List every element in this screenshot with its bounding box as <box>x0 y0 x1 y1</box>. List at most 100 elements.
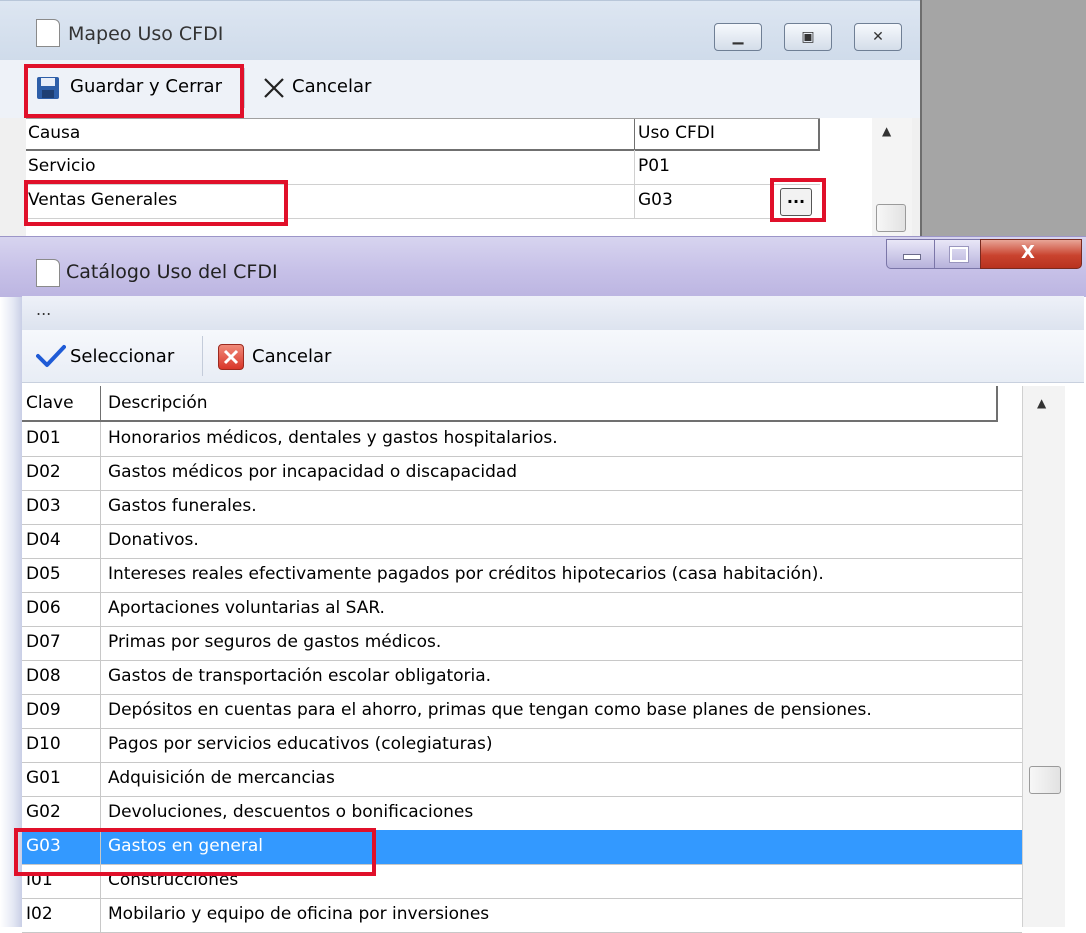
close-icon: X <box>1021 242 1035 263</box>
red-x-icon <box>218 344 244 370</box>
clave-cell: D01 <box>26 428 61 448</box>
mapeo-scrollbar[interactable]: ▲ <box>872 118 912 240</box>
catalog-scrollbar[interactable]: ▲ <box>1022 386 1065 927</box>
scroll-up-arrow-icon[interactable]: ▲ <box>882 124 891 138</box>
select-button[interactable]: Seleccionar <box>70 346 174 367</box>
clave-cell: D08 <box>26 666 61 686</box>
toolbar-divider <box>244 68 245 108</box>
clave-cell: I02 <box>26 904 53 924</box>
descripcion-cell: Adquisición de mercancias <box>108 768 335 788</box>
checkmark-icon <box>36 344 66 368</box>
column-divider <box>818 119 820 149</box>
table-row[interactable]: D04 Donativos. <box>22 524 1022 559</box>
cell-divider <box>100 728 101 762</box>
cell-divider <box>100 762 101 796</box>
cell-divider <box>634 150 635 184</box>
cell-divider <box>100 626 101 660</box>
scroll-thumb[interactable] <box>876 204 906 232</box>
clave-cell: D05 <box>26 564 61 584</box>
clave-cell: G02 <box>26 802 61 822</box>
toolbar-divider <box>202 336 203 376</box>
descripcion-cell: Gastos de transportación escolar obligat… <box>108 666 492 686</box>
column-header-descripcion[interactable]: Descripción <box>108 393 208 413</box>
minimize-button[interactable]: ▁ <box>714 23 762 51</box>
minimize-icon: ▁ <box>732 29 744 45</box>
clave-cell: D07 <box>26 632 61 652</box>
highlight-box <box>770 178 826 222</box>
scroll-up-arrow-icon[interactable]: ▲ <box>1037 396 1046 410</box>
maximize-icon <box>949 246 969 263</box>
catalog-title: Catálogo Uso del CFDI <box>66 261 278 283</box>
causa-cell: Servicio <box>28 156 96 176</box>
table-row[interactable]: D03 Gastos funerales. <box>22 490 1022 525</box>
close-icon: ✕ <box>872 29 884 45</box>
descripcion-cell: Devoluciones, descuentos o bonificacione… <box>108 802 474 822</box>
highlight-box <box>14 828 376 876</box>
descripcion-cell: Honorarios médicos, dentales y gastos ho… <box>108 428 558 448</box>
descripcion-cell: Pagos por servicios educativos (colegiat… <box>108 734 493 754</box>
table-row[interactable]: I02 Mobilario y equipo de oficina por inv… <box>22 898 1022 933</box>
descripcion-cell: Depósitos en cuentas para el ahorro, pri… <box>108 700 872 720</box>
descripcion-cell: Gastos médicos por incapacidad o discapa… <box>108 462 518 482</box>
table-row[interactable]: G02 Devoluciones, descuentos o bonificaci… <box>22 796 1022 831</box>
cell-divider <box>100 422 101 456</box>
table-row[interactable]: G01 Adquisición de mercancias <box>22 762 1022 797</box>
clave-cell: D09 <box>26 700 61 720</box>
cell-divider <box>100 694 101 728</box>
cell-divider <box>100 490 101 524</box>
column-divider <box>634 119 635 149</box>
catalog-maximize-button[interactable] <box>934 239 982 269</box>
cancel-button[interactable]: Cancelar <box>292 76 371 97</box>
catalog-title-bar[interactable]: Catálogo Uso del CFDI X <box>0 236 1086 297</box>
catalog-minimize-button[interactable] <box>886 239 936 269</box>
document-icon <box>36 19 60 47</box>
close-button[interactable]: ✕ <box>854 23 902 51</box>
clave-cell: D10 <box>26 734 61 754</box>
background-area <box>920 0 1086 236</box>
table-row[interactable]: D02 Gastos médicos por incapacidad o disc… <box>22 456 1022 491</box>
cell-divider <box>100 660 101 694</box>
table-row[interactable]: D10 Pagos por servicios educativos (coleg… <box>22 728 1022 763</box>
mapeo-window: Mapeo Uso CFDI ▁ ▣ ✕ Guardar y Cerrar Ca… <box>0 0 920 240</box>
uso-cell: P01 <box>638 156 670 176</box>
column-header-uso-cfdi[interactable]: Uso CFDI <box>638 123 715 143</box>
descripcion-cell: Aportaciones voluntarias al SAR. <box>108 598 385 618</box>
cancel-button[interactable]: Cancelar <box>252 346 331 367</box>
mapeo-title: Mapeo Uso CFDI <box>68 23 224 45</box>
clave-cell: D04 <box>26 530 61 550</box>
table-row[interactable]: D07 Primas por seguros de gastos médicos. <box>22 626 1022 661</box>
catalog-menu-strip: ... <box>22 296 1084 331</box>
scroll-thumb[interactable] <box>1029 766 1061 794</box>
maximize-button[interactable]: ▣ <box>784 23 832 51</box>
cell-divider <box>100 558 101 592</box>
descripcion-cell: Mobilario y equipo de oficina por invers… <box>108 904 490 924</box>
cell-divider <box>100 592 101 626</box>
menu-overflow-button[interactable]: ... <box>36 300 51 319</box>
table-row[interactable]: D09 Depósitos en cuentas para el ahorro, … <box>22 694 1022 729</box>
descripcion-cell: Gastos funerales. <box>108 496 257 516</box>
catalog-toolbar: Seleccionar Cancelar <box>22 330 1084 383</box>
descripcion-cell: Primas por seguros de gastos médicos. <box>108 632 442 652</box>
column-header-causa[interactable]: Causa <box>28 123 80 143</box>
catalog-grid-header: Clave Descripción <box>22 386 998 422</box>
maximize-icon: ▣ <box>801 29 815 45</box>
table-row[interactable]: D06 Aportaciones voluntarias al SAR. <box>22 592 1022 627</box>
mapeo-grid-header: Causa Uso CFDI <box>26 118 820 151</box>
highlight-box <box>24 64 244 118</box>
table-row[interactable]: D08 Gastos de transportación escolar obli… <box>22 660 1022 695</box>
mapeo-title-bar[interactable]: Mapeo Uso CFDI ▁ ▣ ✕ <box>0 0 920 61</box>
catalog-close-button[interactable]: X <box>980 239 1082 269</box>
highlight-box <box>24 180 288 226</box>
clave-cell: D03 <box>26 496 61 516</box>
cell-divider <box>100 456 101 490</box>
clave-cell: D02 <box>26 462 61 482</box>
table-row[interactable]: D05 Intereses reales efectivamente pagado… <box>22 558 1022 593</box>
cell-divider <box>100 524 101 558</box>
descripcion-cell: Intereses reales efectivamente pagados p… <box>108 564 824 584</box>
column-header-clave[interactable]: Clave <box>26 393 74 413</box>
clave-cell: D06 <box>26 598 61 618</box>
clave-cell: G01 <box>26 768 61 788</box>
column-divider <box>996 386 998 420</box>
column-divider <box>100 386 101 420</box>
table-row[interactable]: D01 Honorarios médicos, dentales y gastos… <box>22 422 1022 457</box>
